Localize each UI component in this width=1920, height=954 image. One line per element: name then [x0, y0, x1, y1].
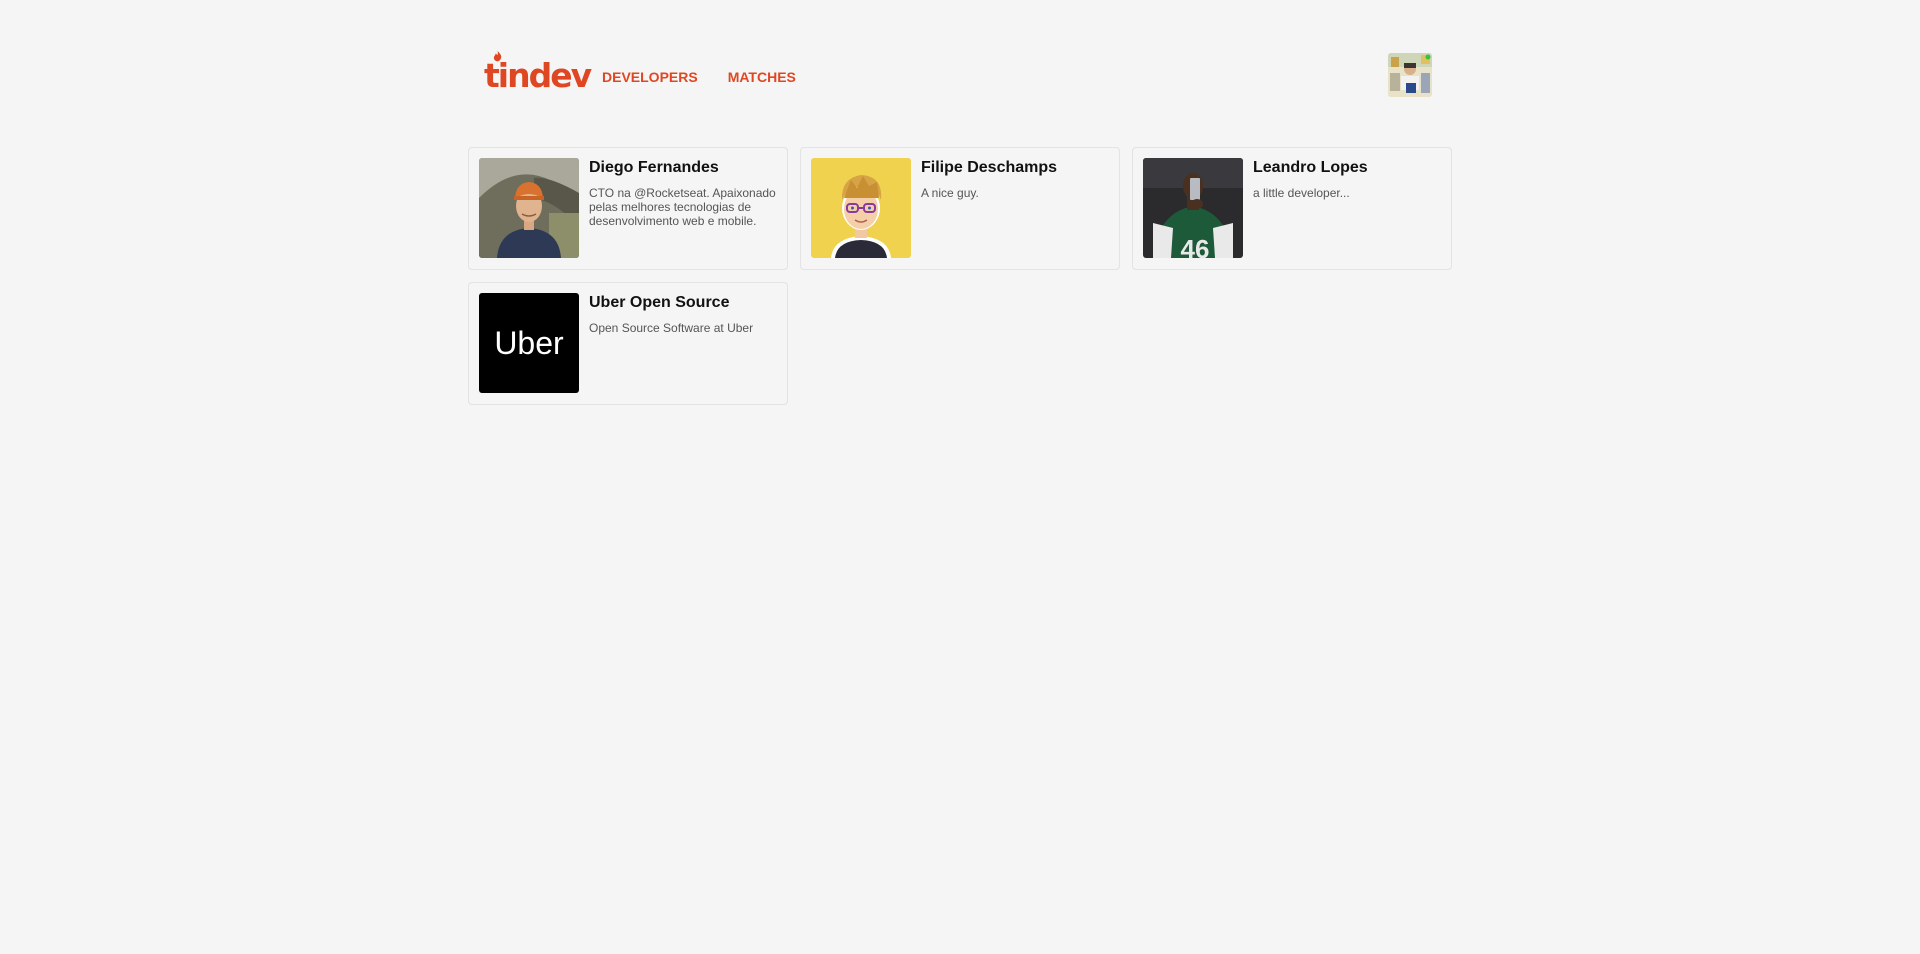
developer-name: Filipe Deschamps: [921, 159, 1058, 176]
developer-bio: A nice guy.: [921, 186, 979, 200]
developer-bio: a little developer...: [1253, 186, 1350, 200]
developer-card[interactable]: 46 Leandro Lopes a little developer...: [1132, 147, 1452, 270]
developer-name: Uber Open Source: [589, 294, 730, 311]
developer-bio: CTO na @Rocketseat. Apaixonado pelas mel…: [589, 186, 776, 228]
developer-name: Diego Fernandes: [589, 159, 719, 176]
developer-photo: Uber: [479, 293, 579, 393]
developer-photo: [811, 158, 911, 258]
developer-bio: Open Source Software at Uber: [589, 321, 754, 335]
uber-logo-text: Uber: [494, 325, 564, 361]
developers-grid: Diego Fernandes CTO na @Rocketseat. Apai…: [468, 147, 1452, 405]
nav-developers-link[interactable]: DEVELOPERS: [602, 69, 698, 85]
main-nav: DEVELOPERS MATCHES: [602, 69, 796, 85]
developer-photo: [479, 158, 579, 258]
developer-info: Uber Open Source Open Source Software at…: [589, 293, 777, 394]
svg-text:46: 46: [1181, 234, 1210, 258]
top-header: tindev DEVELOPERS MATCHES: [468, 50, 1452, 100]
nav-matches-link[interactable]: MATCHES: [728, 69, 796, 85]
developer-name: Leandro Lopes: [1253, 159, 1368, 176]
tindev-logo[interactable]: tindev: [484, 50, 592, 96]
developer-info: Filipe Deschamps A nice guy.: [921, 158, 1109, 259]
page: tindev DEVELOPERS MATCHES Diego Fernande…: [0, 0, 1920, 954]
developer-info: Leandro Lopes a little developer...: [1253, 158, 1441, 259]
developer-card[interactable]: Uber Uber Open Source Open Source Softwa…: [468, 282, 788, 405]
flame-icon: [493, 50, 502, 62]
user-avatar[interactable]: [1388, 53, 1432, 97]
logo-text: tindev: [484, 56, 592, 95]
developer-photo: 46: [1143, 158, 1243, 258]
developer-info: Diego Fernandes CTO na @Rocketseat. Apai…: [589, 158, 777, 259]
developer-card[interactable]: Filipe Deschamps A nice guy.: [800, 147, 1120, 270]
user-avatar-image: [1388, 53, 1432, 97]
developer-card[interactable]: Diego Fernandes CTO na @Rocketseat. Apai…: [468, 147, 788, 270]
